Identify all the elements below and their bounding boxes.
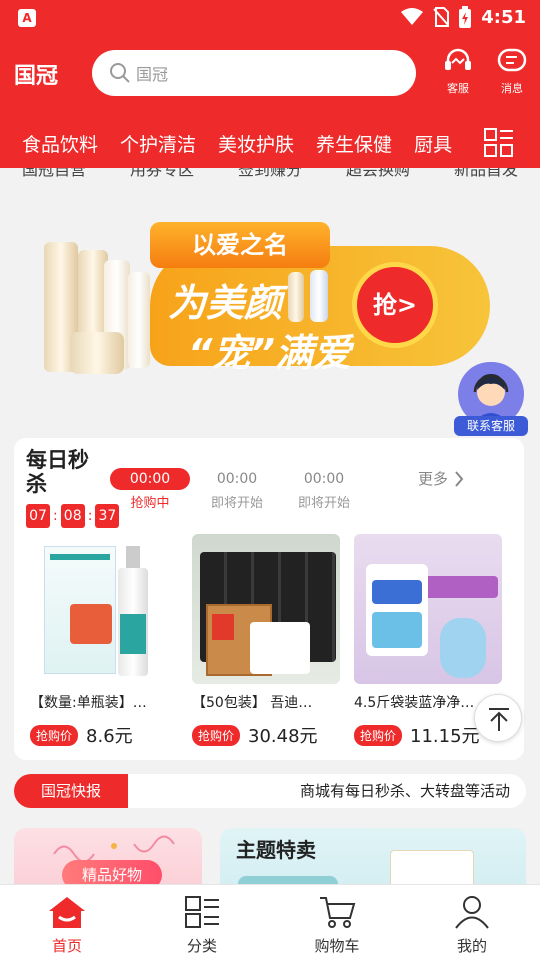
category-tab-beauty[interactable]: 美妆护肤 xyxy=(218,130,294,157)
message-button[interactable]: 消息 xyxy=(490,48,534,96)
product-name: 【数量:单瓶装】… xyxy=(30,695,147,711)
top-header: A 4:51 国冠 国冠 客服 消息 食品饮料 个护清洁 美妆护肤 养生保健 厨… xyxy=(0,0,540,168)
profile-icon xyxy=(455,896,489,929)
banner-headline-1: 为美颜 xyxy=(168,281,283,325)
category-icon xyxy=(185,896,219,928)
status-icons: 4:51 xyxy=(401,6,526,28)
battery-icon xyxy=(459,6,472,28)
customer-service-label: 客服 xyxy=(447,82,469,95)
product-vial-image xyxy=(310,270,328,322)
bottom-tab-bar: 首页 分类 购物车 我的 xyxy=(0,884,540,960)
product-price: 11.15元 xyxy=(410,726,480,747)
category-tabs: 食品饮料 个护清洁 美妆护肤 养生保健 厨具 xyxy=(0,118,540,168)
sub-nav: 国冠自营 用券专区 签到赚分 超会换购 新品首发 xyxy=(0,168,540,188)
sub-nav-exchange[interactable]: 超会换购 xyxy=(346,168,410,180)
product-tube-image xyxy=(128,272,150,368)
countdown-timer: 07 : 08 : 37 xyxy=(26,504,120,528)
countdown-hours: 07 xyxy=(26,504,50,528)
cart-icon xyxy=(320,897,356,928)
time-slot-time: 00:00 xyxy=(110,468,190,490)
status-bar: A 4:51 xyxy=(0,0,540,38)
time-slot[interactable]: 00:00 即将开始 xyxy=(284,468,364,511)
news-ticker[interactable]: 国冠快报 商城有每日秒杀、大转盘等活动 xyxy=(14,774,526,808)
tab-profile[interactable]: 我的 xyxy=(427,895,517,956)
wifi-icon xyxy=(401,8,424,25)
news-text: 商城有每日秒杀、大转盘等活动 xyxy=(299,782,510,800)
no-sim-icon xyxy=(433,7,450,27)
time-slot-time: 00:00 xyxy=(303,471,345,487)
flash-sale-title: 每日秒杀 xyxy=(26,448,89,496)
flash-product-card[interactable]: 【数量:单瓶装】… 抢购价 8.6元 xyxy=(30,534,180,748)
price-tag: 抢购价 xyxy=(354,724,403,746)
promo-banner[interactable]: 以爱之名 为美颜 “宠”满爱 抢> xyxy=(30,206,500,396)
arrow-up-icon xyxy=(489,708,509,731)
product-image xyxy=(30,534,178,684)
product-image xyxy=(192,534,340,684)
product-price: 30.48元 xyxy=(248,726,318,747)
time-slot-status: 即将开始 xyxy=(210,496,263,511)
featured-goods-card[interactable]: 精品好物 xyxy=(14,828,202,888)
app-logo: 国冠 xyxy=(14,64,59,89)
category-tab-personal-care[interactable]: 个护清洁 xyxy=(120,130,196,157)
countdown-minutes: 08 xyxy=(60,504,85,528)
sub-nav-new-arrivals[interactable]: 新品首发 xyxy=(454,168,518,180)
category-grid-icon[interactable] xyxy=(484,128,514,158)
countdown-separator: : xyxy=(87,508,93,524)
product-price: 8.6元 xyxy=(86,726,133,747)
tab-category[interactable]: 分类 xyxy=(157,895,247,956)
tab-label: 购物车 xyxy=(314,937,360,955)
back-to-top-button[interactable] xyxy=(474,694,522,742)
theme-sale-title: 主题特卖 xyxy=(236,838,316,862)
category-tab-kitchen[interactable]: 厨具 xyxy=(414,130,452,157)
category-tab-food[interactable]: 食品饮料 xyxy=(22,130,98,157)
time-slot[interactable]: 00:00 即将开始 xyxy=(197,468,277,511)
product-jar-image xyxy=(70,332,124,374)
category-tab-health[interactable]: 养生保健 xyxy=(316,130,392,157)
tab-label: 我的 xyxy=(456,937,487,955)
product-image xyxy=(354,534,502,684)
time-slot-status: 抢购中 xyxy=(130,496,170,511)
price-tag: 抢购价 xyxy=(192,724,241,746)
banner-tag: 以爱之名 xyxy=(150,222,330,268)
banner-grab-button[interactable]: 抢> xyxy=(352,262,438,348)
tab-label: 首页 xyxy=(51,937,82,955)
flash-sale-card: 每日秒杀 07 : 08 : 37 00:00 抢购中 00:00 即将开始 0… xyxy=(14,438,524,760)
message-icon xyxy=(497,48,527,72)
sub-nav-coupons[interactable]: 用券专区 xyxy=(130,168,194,180)
flash-product-card[interactable]: 【50包装】 吾迪… 抢购价 30.48元 xyxy=(192,534,342,748)
more-label: 更多 xyxy=(418,470,449,488)
app-header: 国冠 国冠 客服 消息 xyxy=(0,44,540,104)
chevron-right-icon xyxy=(455,470,464,487)
countdown-separator: : xyxy=(53,508,58,524)
search-placeholder: 国冠 xyxy=(136,65,169,84)
product-name: 【50包装】 吾迪… xyxy=(192,695,313,711)
search-bar[interactable]: 国冠 xyxy=(92,50,416,96)
tab-cart[interactable]: 购物车 xyxy=(292,895,382,956)
sub-nav-check-in[interactable]: 签到赚分 xyxy=(238,168,302,180)
product-box-image xyxy=(390,850,474,888)
customer-service-button[interactable]: 客服 xyxy=(436,48,480,96)
customer-service-label-float: 联系客服 xyxy=(454,416,528,436)
search-icon xyxy=(110,63,130,83)
time-slot-status: 即将开始 xyxy=(297,496,350,511)
news-tag: 国冠快报 xyxy=(14,774,128,808)
more-link[interactable]: 更多 xyxy=(418,468,464,489)
sub-nav-self-operated[interactable]: 国冠自营 xyxy=(22,168,86,180)
app-notification-icon: A xyxy=(18,9,36,27)
banner-headline-2: “宠”满爱 xyxy=(188,331,351,375)
time-slot-time: 00:00 xyxy=(216,471,258,487)
message-label: 消息 xyxy=(501,82,523,95)
theme-sale-card[interactable]: 主题特卖 xyxy=(220,828,526,888)
home-icon xyxy=(49,897,85,928)
price-tag: 抢购价 xyxy=(30,724,79,746)
product-vial-image xyxy=(288,272,304,322)
headset-icon xyxy=(445,48,471,70)
time-slot-active[interactable]: 00:00 抢购中 xyxy=(110,468,190,511)
status-time: 4:51 xyxy=(481,6,526,28)
tab-label: 分类 xyxy=(186,937,217,955)
floating-customer-service[interactable]: 联系客服 xyxy=(454,362,528,436)
tab-home[interactable]: 首页 xyxy=(22,895,112,956)
